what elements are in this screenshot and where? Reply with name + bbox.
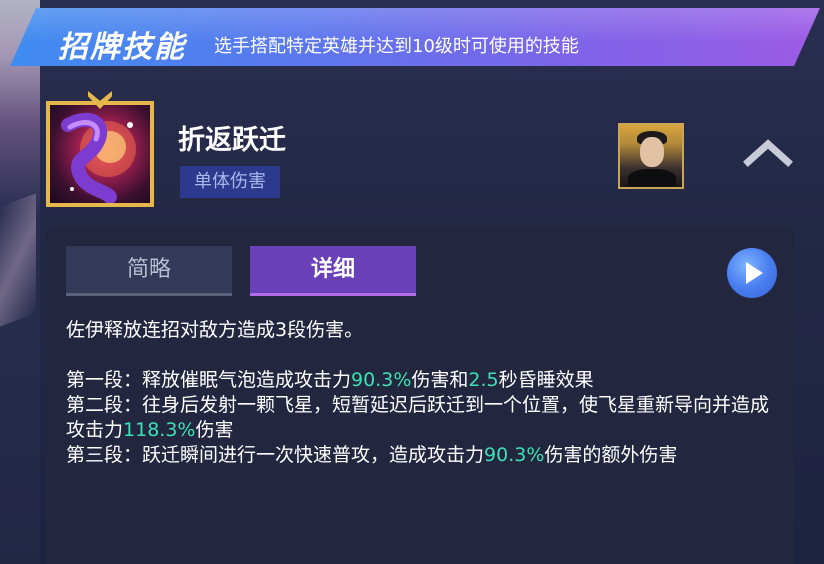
- skill-type-tag: 单体伤害: [180, 166, 280, 198]
- description-intro: 佐伊释放连招对敌方造成3段伤害。: [66, 319, 364, 341]
- background-art: [0, 0, 40, 564]
- header-banner: 招牌技能 选手搭配特定英雄并达到10级时可使用的技能: [10, 8, 820, 66]
- tab-detail[interactable]: 详细: [250, 246, 416, 296]
- collapse-button[interactable]: [742, 138, 794, 168]
- description-stage-2: 第二段：往身后发射一颗飞星，短暂延迟后跃迁到一个位置，使飞星重新导向并造成攻击力…: [66, 394, 770, 441]
- damage-value: 118.3%: [123, 419, 196, 441]
- damage-value: 90.3%: [484, 444, 545, 466]
- player-avatar[interactable]: [618, 123, 684, 189]
- skill-detail-screen: 招牌技能 选手搭配特定英雄并达到10级时可使用的技能 折返跃迁 单体伤害 简略 …: [0, 0, 824, 564]
- banner-title: 招牌技能: [58, 30, 186, 65]
- chevron-up-icon: [743, 139, 793, 167]
- damage-value: 90.3%: [351, 369, 412, 391]
- duration-value: 2.5: [468, 369, 499, 391]
- play-video-button[interactable]: [727, 248, 777, 298]
- tab-brief[interactable]: 简略: [66, 246, 232, 296]
- skill-icon: [46, 91, 154, 207]
- banner-subtitle: 选手搭配特定英雄并达到10级时可使用的技能: [214, 36, 579, 57]
- play-icon: [746, 262, 763, 284]
- description-stage-3: 第三段：跃迁瞬间进行一次快速普攻，造成攻击力90.3%伤害的额外伤害: [66, 444, 678, 466]
- description-stage-1: 第一段：释放催眠气泡造成攻击力90.3%伤害和2.5秒昏睡效果: [66, 369, 594, 391]
- skill-name: 折返跃迁: [178, 125, 286, 156]
- swirl-icon: [61, 112, 136, 203]
